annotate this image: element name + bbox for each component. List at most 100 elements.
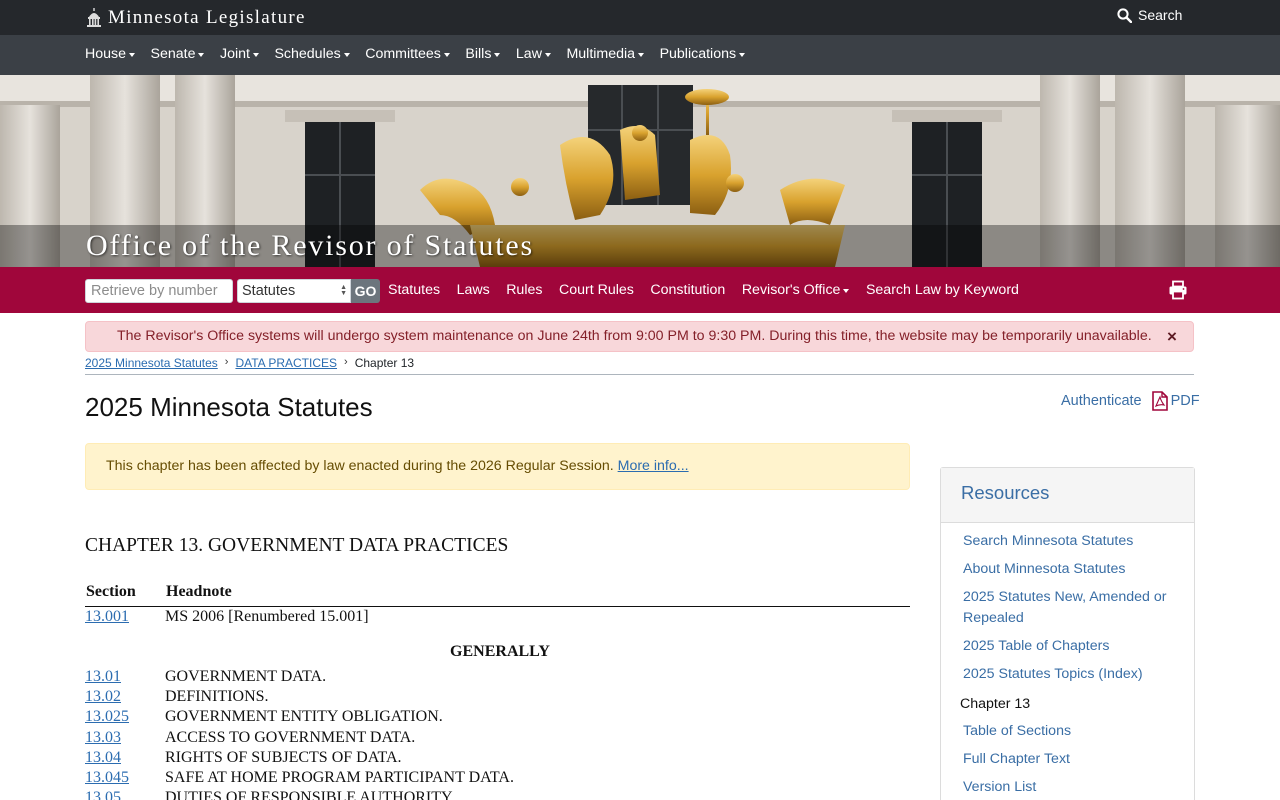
nav-item-law[interactable]: Law — [516, 46, 551, 62]
nav-item-house[interactable]: House — [85, 46, 136, 62]
pdf-link[interactable]: PDF — [1151, 391, 1200, 411]
nav-item-label: Schedules — [274, 46, 341, 62]
group-title: GENERALLY — [450, 643, 550, 660]
section-link[interactable]: 13.025 — [85, 708, 129, 725]
page-title: 2025 Minnesota Statutes — [85, 392, 373, 422]
resource-link-full-chapter-text[interactable]: Full Chapter Text — [963, 749, 1172, 770]
nav-item-label: Publications — [659, 46, 737, 62]
caret-down-icon — [443, 52, 450, 57]
resource-link-2025-statutes-new-amended-or-repealed[interactable]: 2025 Statutes New, Amended or Repealed — [963, 587, 1172, 629]
section-headnote: MS 2006 [Renumbered 15.001] — [165, 607, 369, 625]
revisor-nav-revisor-s-office[interactable]: Revisor's Office — [742, 282, 850, 298]
section-link[interactable]: 13.04 — [85, 749, 121, 766]
section-link[interactable]: 13.045 — [85, 769, 129, 786]
revisor-nav-label: Search Law by Keyword — [865, 282, 1019, 298]
caret-down-icon — [343, 52, 350, 57]
section-headnote: ACCESS TO GOVERNMENT DATA. — [165, 728, 416, 746]
top-bar: Minnesota Legislature Search — [0, 0, 1280, 35]
authenticate-link[interactable]: Authenticate — [1061, 393, 1142, 409]
revisor-nav-laws[interactable]: Laws — [457, 282, 490, 298]
caret-down-icon — [638, 52, 645, 57]
close-icon[interactable]: × — [1167, 327, 1177, 347]
caret-down-icon — [252, 52, 259, 57]
select-arrows-icon: ▲ ▼ — [340, 284, 347, 297]
revisor-nav-statutes[interactable]: Statutes — [388, 282, 440, 298]
nav-item-label: Committees — [365, 46, 441, 62]
revisor-nav-search-law-by-keyword[interactable]: Search Law by Keyword — [866, 282, 1019, 298]
brand-text: Minnesota Legislature — [108, 7, 306, 28]
revisor-nav-label: Court Rules — [558, 282, 634, 298]
revisor-nav-label: Statutes — [388, 282, 441, 298]
chevron-right-icon: › — [344, 356, 348, 368]
section-link[interactable]: 13.03 — [85, 729, 121, 746]
banner: Office of the Revisor of Statutes — [0, 75, 1280, 267]
search-link[interactable]: Search — [1117, 7, 1182, 23]
nav-item-label: Senate — [150, 46, 196, 62]
search-icon — [1117, 7, 1132, 23]
revisor-nav-constitution[interactable]: Constitution — [650, 282, 725, 298]
nav-item-label: Joint — [219, 46, 250, 62]
revisor-nav-label: Rules — [506, 282, 543, 298]
nav-item-committees[interactable]: Committees — [365, 46, 450, 62]
section-link[interactable]: 13.001 — [85, 608, 129, 625]
search-label: Search — [1138, 7, 1183, 23]
chapter-heading: CHAPTER 13. GOVERNMENT DATA PRACTICES — [85, 535, 509, 556]
section-headnote: GOVERNMENT DATA. — [165, 668, 327, 686]
table-row: 13.05 DUTIES OF RESPONSIBLE AUTHORITY. — [85, 788, 910, 800]
column-header-section: Section — [86, 583, 136, 600]
section-headnote: DUTIES OF RESPONSIBLE AUTHORITY. — [165, 789, 455, 800]
table-row: 13.045 SAFE AT HOME PROGRAM PARTICIPANT D… — [85, 768, 910, 788]
nav-item-label: House — [85, 46, 127, 62]
nav-item-publications[interactable]: Publications — [660, 46, 746, 62]
section-headnote: GOVERNMENT ENTITY OBLIGATION. — [165, 708, 443, 726]
resource-link-2025-statutes-topics-index[interactable]: 2025 Statutes Topics (Index) — [963, 664, 1172, 685]
nav-item-label: Bills — [465, 46, 492, 62]
resource-link-version-list[interactable]: Version List — [963, 777, 1172, 798]
nav-item-multimedia[interactable]: Multimedia — [566, 46, 645, 62]
nav-item-senate[interactable]: Senate — [151, 46, 205, 62]
print-icon[interactable] — [1168, 280, 1188, 300]
maintenance-alert: The Revisor's Office systems will underg… — [85, 321, 1194, 352]
resources-title: Resources — [941, 468, 1194, 523]
go-button[interactable]: GO — [351, 279, 380, 303]
chapter-subheading: Chapter 13 — [960, 696, 1031, 712]
resource-link-about-minnesota-statutes[interactable]: About Minnesota Statutes — [963, 559, 1172, 580]
document-type-select[interactable]: Statutes ▲ ▼ — [237, 279, 351, 303]
resource-link-table-of-sections[interactable]: Table of Sections — [963, 721, 1172, 742]
revisor-nav-court-rules[interactable]: Court Rules — [559, 282, 634, 298]
revisor-nav-rules[interactable]: Rules — [506, 282, 542, 298]
section-headnote: DEFINITIONS. — [165, 688, 269, 706]
table-row: 13.001 MS 2006 [Renumbered 15.001] — [85, 607, 910, 626]
section-link[interactable]: 13.01 — [85, 668, 121, 685]
alert-text: The Revisor's Office systems will underg… — [117, 328, 1152, 344]
breadcrumb-link-statutes[interactable]: 2025 Minnesota Statutes — [85, 356, 218, 370]
caret-down-icon — [494, 52, 501, 57]
nav-item-joint[interactable]: Joint — [220, 46, 259, 62]
breadcrumb-link-data-practices[interactable]: DATA PRACTICES — [235, 356, 337, 370]
pdf-label: PDF — [1170, 393, 1200, 409]
retrieve-by-number-input[interactable] — [85, 279, 233, 303]
table-row: 13.04 RIGHTS OF SUBJECTS OF DATA. — [85, 748, 910, 768]
column-header-headnote: Headnote — [166, 583, 232, 600]
nav-item-schedules[interactable]: Schedules — [274, 46, 350, 62]
chevron-right-icon: › — [224, 356, 229, 368]
nav-item-bills[interactable]: Bills — [465, 46, 501, 62]
table-row: 13.02 DEFINITIONS. — [85, 687, 910, 707]
resource-link-2025-table-of-chapters[interactable]: 2025 Table of Chapters — [963, 636, 1172, 657]
section-link[interactable]: 13.02 — [85, 688, 121, 705]
resources-panel: Resources Search Minnesota Statutes About… — [940, 467, 1195, 800]
resource-link-search-minnesota-statutes[interactable]: Search Minnesota Statutes — [963, 531, 1172, 552]
more-info-link[interactable]: More info... — [618, 458, 689, 474]
banner-title: Office of the Revisor of Statutes — [86, 229, 534, 262]
caret-down-icon — [843, 288, 850, 293]
notice-text: This chapter has been affected by law en… — [106, 458, 614, 474]
section-headnote: RIGHTS OF SUBJECTS OF DATA. — [165, 748, 402, 766]
sections-table: Section Headnote 13.001 MS 2006 [Renumbe… — [85, 583, 910, 800]
main-nav: House Senate Joint Schedules Committees Bills… — [0, 35, 1280, 75]
document-actions: Authenticate PDF — [1061, 391, 1200, 411]
site-brand[interactable]: Minnesota Legislature — [86, 6, 306, 30]
section-link[interactable]: 13.05 — [85, 789, 121, 800]
revisor-nav-label: Revisor's Office — [741, 282, 841, 298]
table-row: 13.01 GOVERNMENT DATA. — [85, 667, 910, 687]
caret-down-icon — [739, 52, 746, 57]
